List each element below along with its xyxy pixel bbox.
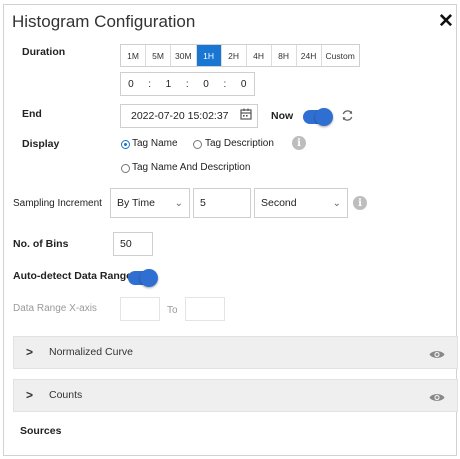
sampling-unit-select[interactable]: Second ⌄ [254, 188, 348, 218]
duration-8h-button[interactable]: 8H [272, 45, 297, 66]
chevron-down-icon: ⌄ [332, 198, 341, 209]
eye-icon[interactable] [429, 347, 445, 365]
duration-hours-field[interactable]: 1 [166, 79, 172, 90]
close-icon[interactable]: ✕ [438, 10, 454, 33]
section-counts[interactable]: > Counts [13, 379, 458, 412]
section-counts-title: Counts [49, 389, 83, 401]
sampling-mode-value: By Time [117, 197, 155, 209]
sampling-value-input[interactable]: 5 [193, 188, 251, 218]
duration-days-field[interactable]: 0 [128, 79, 134, 90]
duration-minutes-field[interactable]: 0 [203, 79, 209, 90]
duration-1m-button[interactable]: 1M [121, 45, 146, 66]
duration-separator: : [185, 78, 190, 90]
radio-tag-description[interactable] [193, 140, 202, 149]
data-range-to-input[interactable] [185, 297, 225, 321]
duration-4h-button[interactable]: 4H [247, 45, 272, 66]
end-label: End [22, 108, 42, 120]
radio-tag-name-and-description-label: Tag Name And Description [132, 162, 251, 173]
eye-icon[interactable] [429, 390, 445, 408]
duration-time-input[interactable]: 0 : 1 : 0 : 0 [120, 72, 255, 96]
radio-tag-name-label: Tag Name [132, 138, 178, 149]
data-range-to-label: To [167, 305, 178, 316]
end-datetime-input[interactable]: 2022-07-20 15:02:37 [120, 104, 258, 128]
radio-tag-description-label: Tag Description [205, 138, 274, 149]
duration-separator: : [148, 78, 152, 90]
duration-separator: : [223, 78, 227, 90]
duration-presets: 1M 5M 30M 1H 2H 4H 8H 24H Custom [120, 44, 360, 67]
bins-label: No. of Bins [13, 238, 69, 250]
duration-1h-button[interactable]: 1H [196, 45, 222, 66]
radio-tag-name-and-description[interactable] [121, 164, 130, 173]
display-label: Display [22, 138, 60, 150]
data-range-label: Data Range X-axis [13, 303, 97, 314]
calendar-icon[interactable] [240, 108, 252, 123]
sampling-unit-value: Second [261, 197, 297, 209]
section-normalized-curve[interactable]: > Normalized Curve [13, 336, 458, 369]
sources-label: Sources [20, 425, 62, 437]
sampling-label: Sampling Increment [13, 198, 102, 209]
radio-tag-name[interactable] [121, 140, 130, 149]
sampling-mode-select[interactable]: By Time ⌄ [110, 188, 190, 218]
refresh-icon[interactable] [341, 109, 354, 127]
bins-input[interactable]: 50 [113, 232, 153, 256]
info-icon[interactable]: i [353, 196, 367, 210]
duration-30m-button[interactable]: 30M [171, 45, 197, 66]
duration-24h-button[interactable]: 24H [297, 45, 322, 66]
duration-2h-button[interactable]: 2H [222, 45, 247, 66]
info-icon[interactable]: i [292, 136, 306, 150]
now-toggle[interactable] [303, 108, 333, 126]
now-label: Now [271, 110, 294, 122]
duration-5m-button[interactable]: 5M [146, 45, 171, 66]
duration-label: Duration [22, 46, 66, 58]
chevron-right-icon: > [26, 345, 34, 359]
auto-detect-label: Auto-detect Data Range [13, 270, 133, 282]
data-range-from-input[interactable] [120, 297, 160, 321]
auto-detect-toggle[interactable] [128, 269, 158, 287]
duration-custom-button[interactable]: Custom [322, 45, 359, 66]
duration-seconds-field[interactable]: 0 [241, 79, 247, 90]
chevron-down-icon: ⌄ [174, 198, 183, 209]
section-normalized-curve-title: Normalized Curve [49, 346, 134, 358]
chevron-right-icon: > [26, 388, 34, 402]
dialog-title: Histogram Configuration [12, 12, 196, 31]
